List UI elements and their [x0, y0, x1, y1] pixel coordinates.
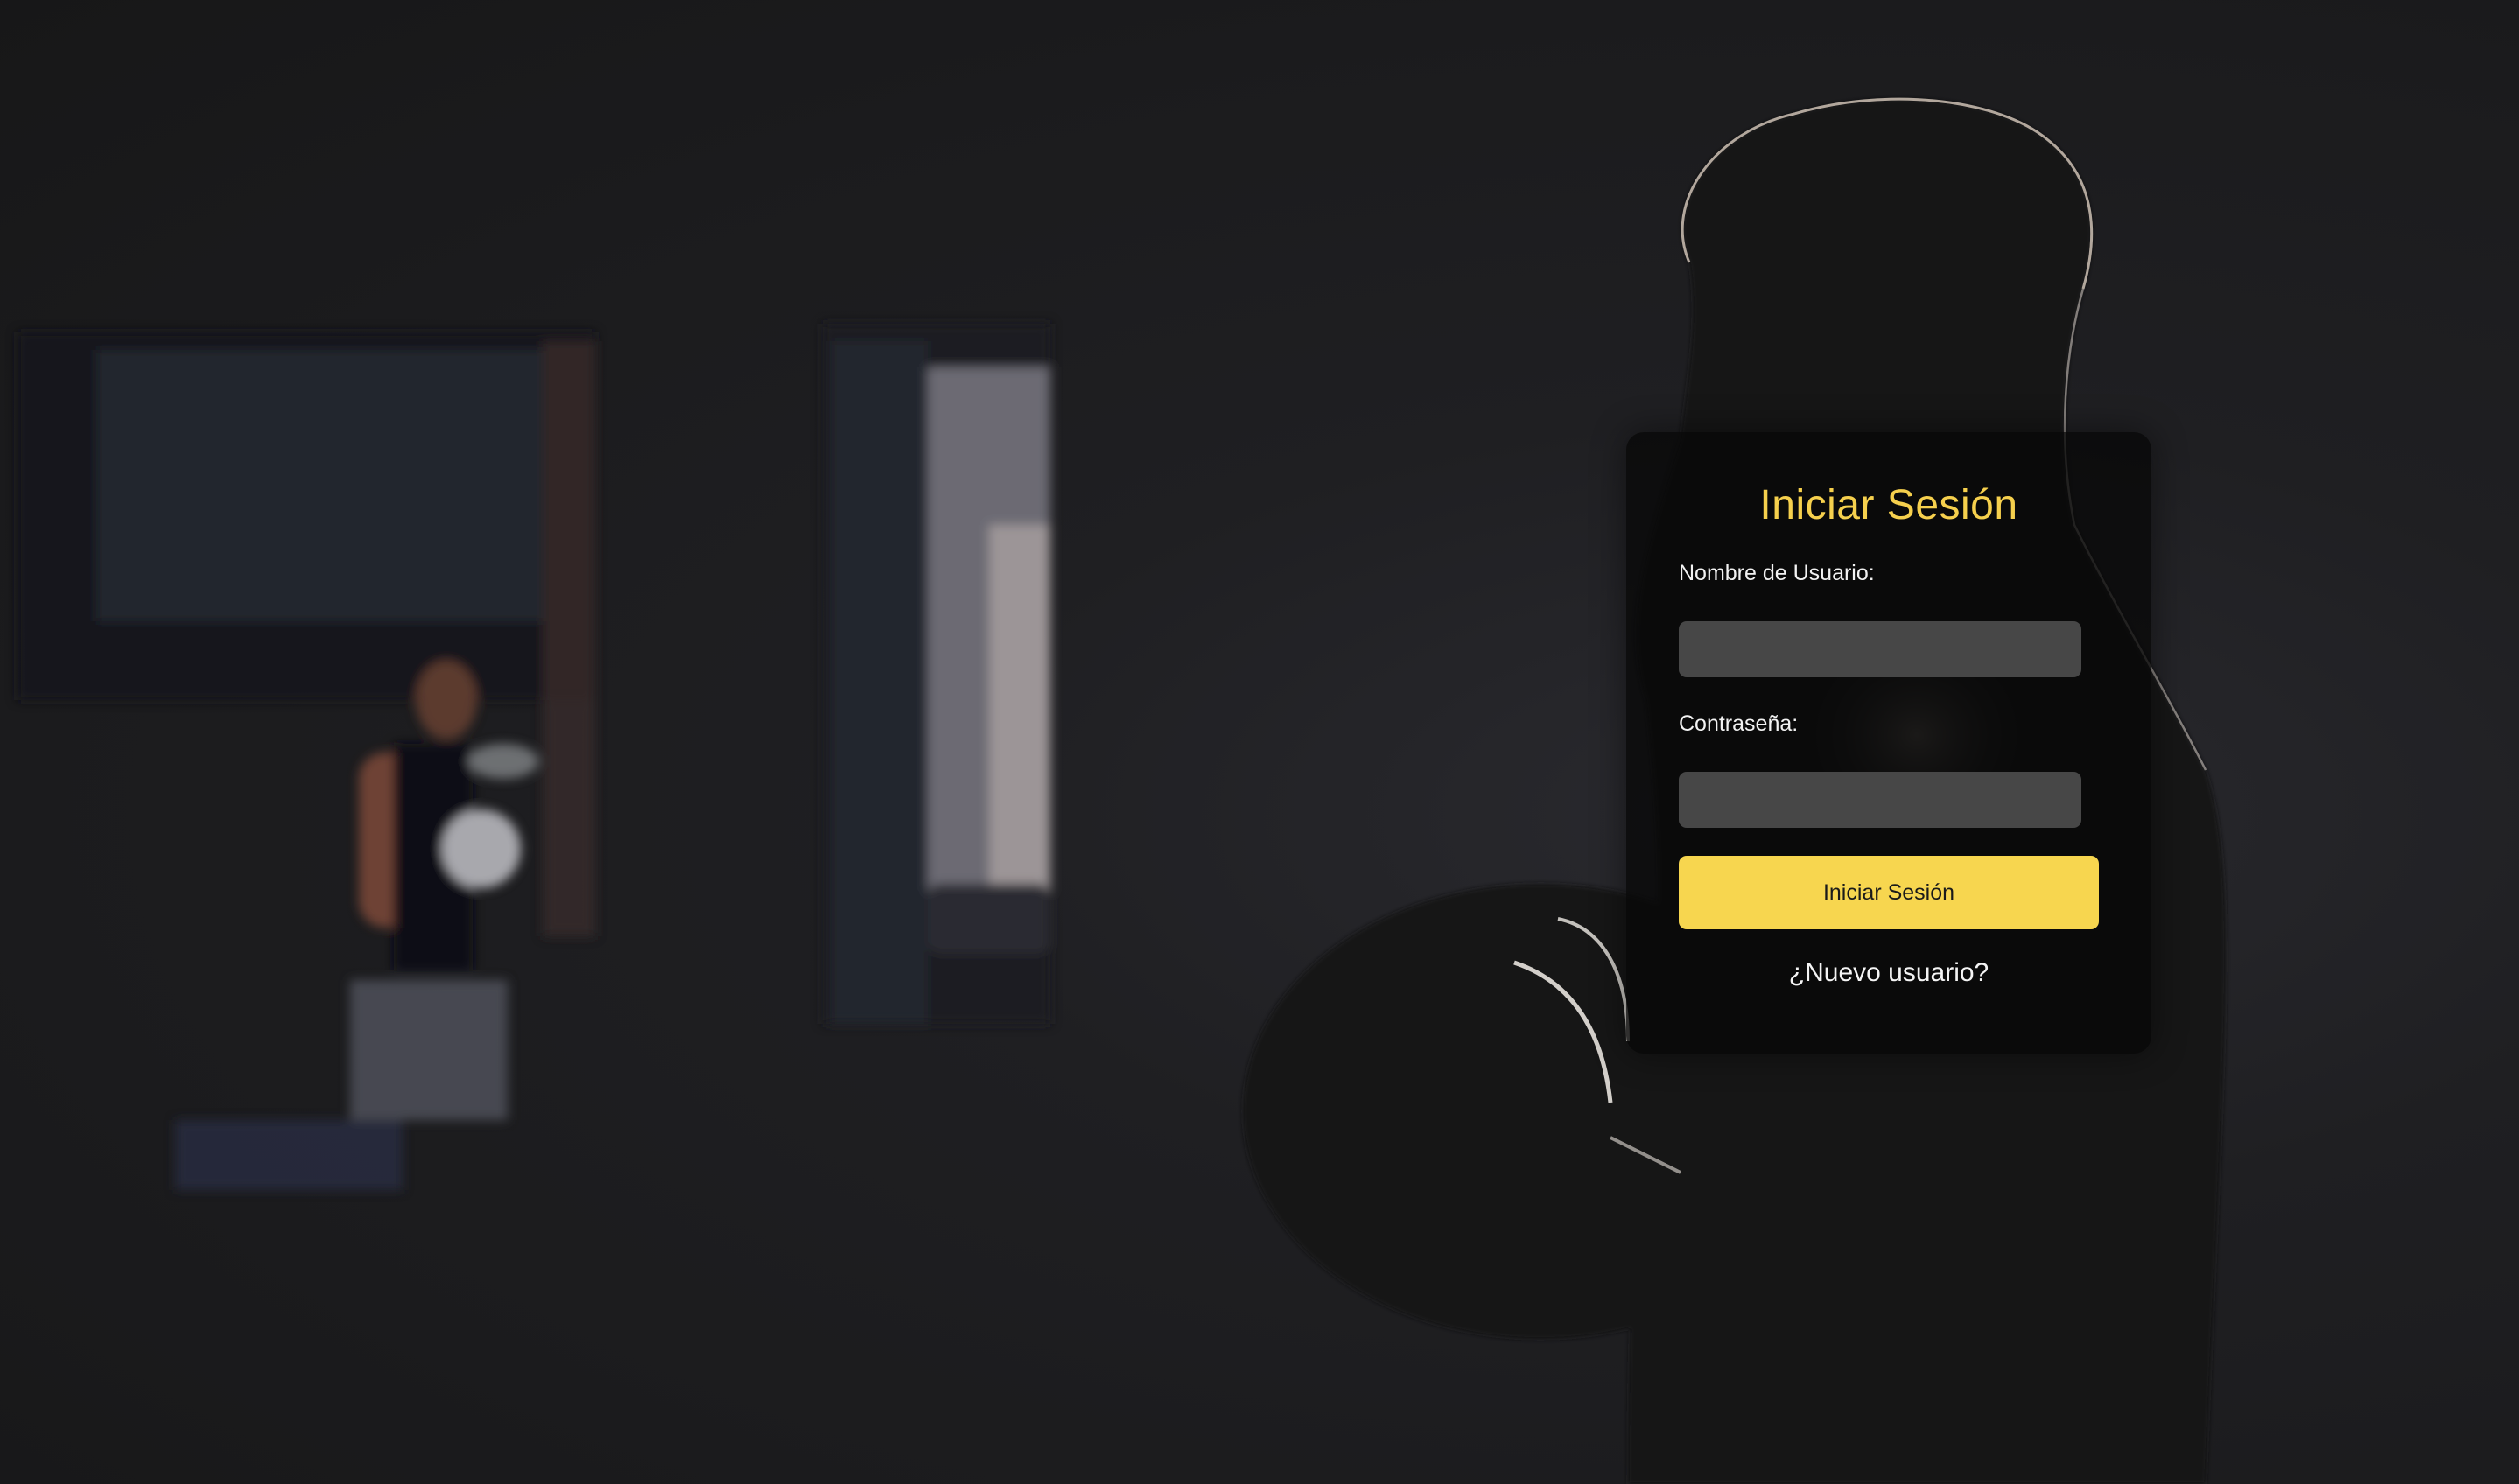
login-submit-button[interactable]: Iniciar Sesión: [1679, 856, 2099, 929]
password-input[interactable]: [1679, 772, 2081, 828]
username-input[interactable]: [1679, 621, 2081, 677]
password-label: Contraseña:: [1679, 711, 1799, 736]
username-label: Nombre de Usuario:: [1679, 561, 1875, 585]
login-card: Iniciar Sesión Nombre de Usuario: Contra…: [1626, 432, 2151, 1054]
login-title: Iniciar Sesión: [1759, 482, 2018, 528]
register-link[interactable]: ¿Nuevo usuario?: [1679, 956, 2099, 990]
login-page: Iniciar Sesión Nombre de Usuario: Contra…: [0, 0, 2519, 1484]
